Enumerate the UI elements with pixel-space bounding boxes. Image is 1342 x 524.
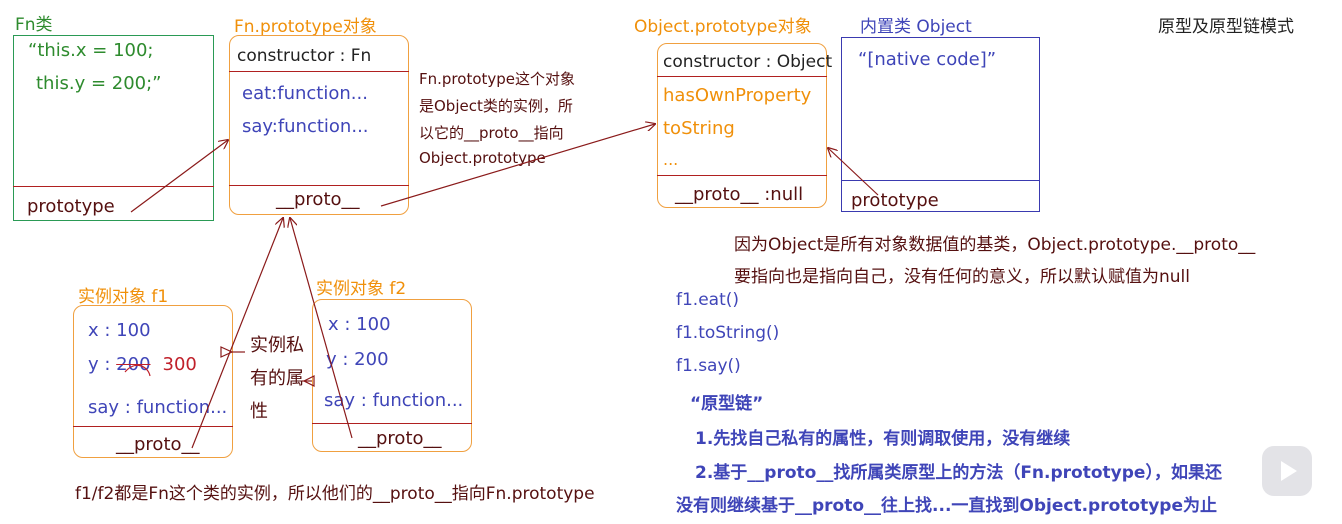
arrow-object-class-prototype — [828, 148, 879, 196]
arrows-layer — [124, 0, 879, 449]
correction-scribble — [124, 364, 151, 377]
arrow-f1-proto — [191, 218, 283, 449]
arrow-fn-prototype-link — [130, 140, 228, 213]
arrow-fn-proto-to-object-prototype — [380, 124, 655, 207]
arrow-f2-proto — [290, 218, 353, 439]
